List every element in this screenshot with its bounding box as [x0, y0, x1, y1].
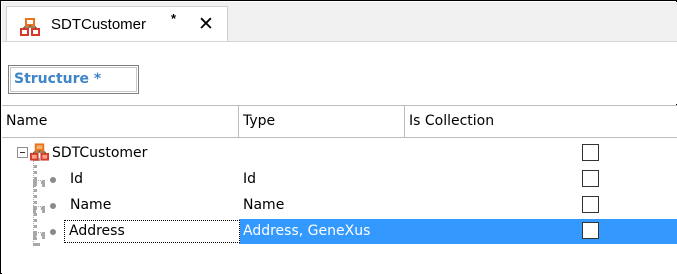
tree-row-root[interactable]: SDTCustomer	[2, 141, 677, 166]
sdt-structure-icon	[30, 143, 49, 161]
tree-row-address[interactable]: Address Address, GeneXus	[2, 219, 677, 244]
column-header-name-label: Name	[6, 113, 48, 129]
is-collection-checkbox-root[interactable]	[582, 144, 599, 161]
tab-structure[interactable]: Structure *	[8, 65, 139, 94]
attribute-name: Id	[70, 171, 84, 187]
tab-structure-label: Structure *	[14, 71, 102, 87]
attribute-bullet-icon	[50, 177, 56, 183]
column-header-is-collection-label: Is Collection	[409, 113, 495, 129]
attribute-bullet-icon	[50, 229, 56, 235]
tree-row-name[interactable]: Name Name	[2, 193, 677, 218]
grid-header: Name Type Is Collection	[2, 105, 677, 138]
tab-title: SDTCustomer	[51, 16, 147, 33]
column-header-name[interactable]: Name	[2, 106, 239, 137]
structure-grid: Name Type Is Collection SDTCustomer Id I…	[2, 105, 677, 274]
column-header-is-collection[interactable]: Is Collection	[405, 106, 677, 137]
attribute-type[interactable]: Name	[243, 197, 284, 213]
attribute-name: Name	[70, 197, 112, 213]
tab-sdtcustomer[interactable]: SDTCustomer * ✕	[6, 6, 228, 41]
attribute-type[interactable]: Id	[243, 171, 256, 187]
collapse-toggle-icon[interactable]	[17, 147, 28, 158]
tree-row-id[interactable]: Id Id	[2, 167, 677, 192]
sdt-structure-icon	[20, 18, 40, 36]
is-collection-checkbox[interactable]	[582, 170, 599, 187]
attribute-bullet-icon	[50, 203, 56, 209]
is-collection-checkbox[interactable]	[582, 222, 599, 239]
attribute-type[interactable]: Address, GeneXus	[243, 223, 370, 239]
unsaved-indicator: *	[171, 11, 177, 26]
sdt-editor-window: SDTCustomer * ✕ Structure * Name Type Is…	[0, 0, 677, 274]
is-collection-checkbox[interactable]	[582, 196, 599, 213]
column-header-type-label: Type	[243, 113, 276, 129]
close-icon[interactable]: ✕	[196, 14, 216, 34]
column-header-type[interactable]: Type	[239, 106, 405, 137]
root-name: SDTCustomer	[52, 145, 148, 161]
attribute-name: Address	[69, 223, 125, 239]
document-tab-strip: SDTCustomer * ✕	[2, 2, 677, 41]
tab-structure-inner: Structure *	[10, 67, 137, 92]
editor-subtab-bar: Structure *	[2, 41, 677, 104]
